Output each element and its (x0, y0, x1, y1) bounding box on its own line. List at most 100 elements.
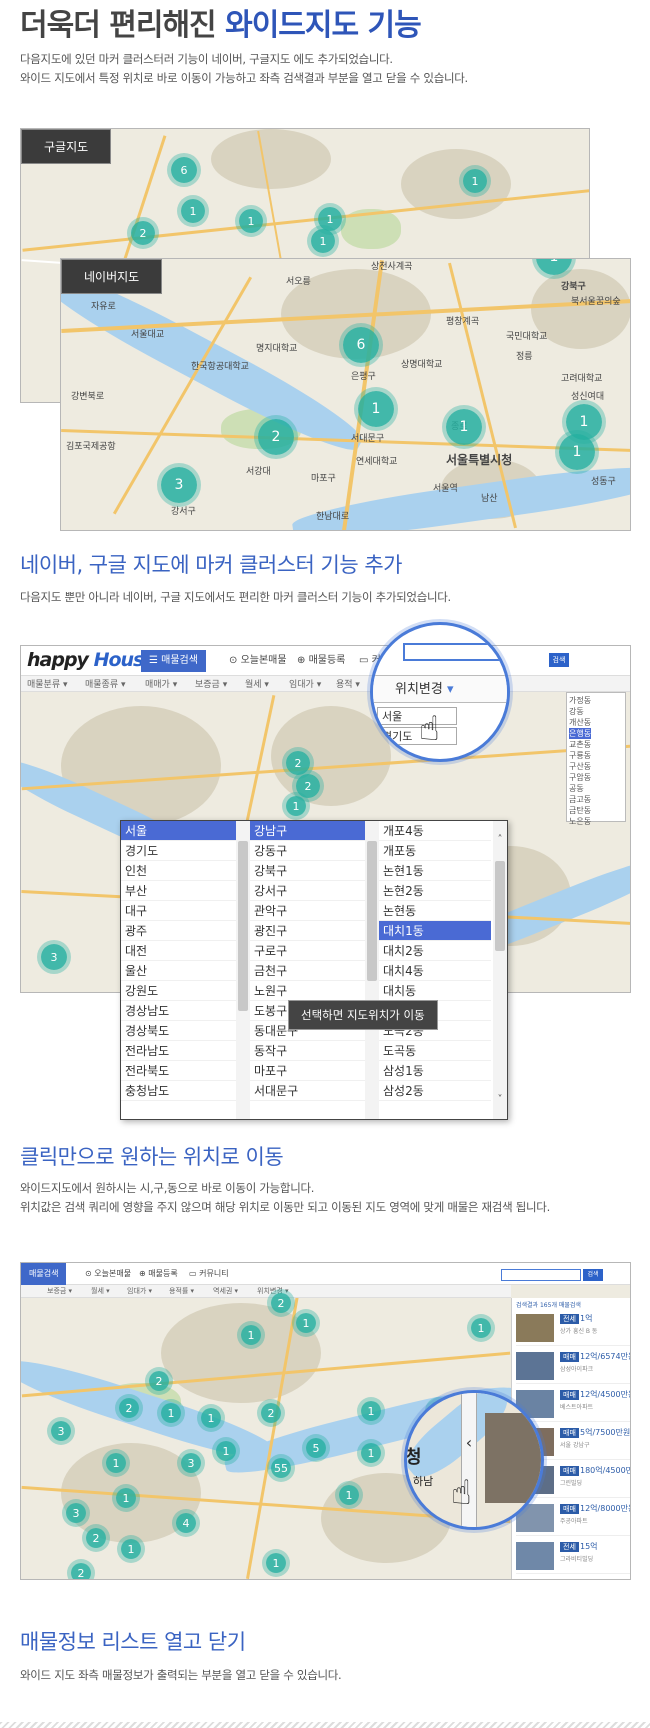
listing-item[interactable]: 전세 1억 상가 흥신 B 동 (516, 1310, 630, 1346)
magnifier-option[interactable]: 서울 (377, 707, 457, 725)
location-change-dropdown[interactable]: 위치변경 ▾ (395, 679, 485, 701)
district-option[interactable]: 관악구 (250, 901, 365, 921)
map-cluster[interactable]: 5 (306, 1438, 326, 1458)
search-button[interactable]: 검색 (583, 1269, 603, 1281)
dong-option[interactable]: 개포4동 (379, 821, 491, 841)
district-option[interactable]: 마포구 (250, 1061, 365, 1081)
side-list-item[interactable]: 교촌동 (569, 739, 591, 750)
nav-community[interactable]: ▭ 커뮤니티 (181, 1263, 237, 1285)
filter-item[interactable]: 매물종류 ▾ (85, 677, 126, 690)
district-option[interactable]: 노원구 (250, 981, 365, 1001)
map-cluster[interactable]: 2 (119, 1398, 139, 1418)
city-option[interactable]: 경상남도 (121, 1001, 236, 1021)
map-cluster[interactable]: 1 (471, 1318, 491, 1338)
map-cluster[interactable]: 1 (121, 1539, 141, 1559)
magnifier-option[interactable]: 경기도 (377, 727, 457, 745)
map-cluster[interactable]: 1 (116, 1488, 136, 1508)
map-cluster[interactable]: 6 (343, 327, 379, 363)
city-option[interactable]: 광주 (121, 921, 236, 941)
nav-register[interactable]: ⊕ 매물등록 (131, 1263, 186, 1285)
city-option[interactable]: 대전 (121, 941, 236, 961)
map-cluster[interactable]: 2 (131, 221, 155, 245)
map-cluster[interactable]: 3 (66, 1503, 86, 1523)
filter-item[interactable]: 임대가 ▾ (289, 677, 321, 690)
side-list-item[interactable]: 공동 (569, 783, 591, 794)
map-cluster[interactable]: 2 (149, 1371, 169, 1391)
district-option[interactable]: 강동구 (250, 841, 365, 861)
city-option[interactable]: 경기도 (121, 841, 236, 861)
filter-item[interactable]: 보증금 ▾ (47, 1286, 72, 1296)
dong-option[interactable]: 삼성1동 (379, 1061, 491, 1081)
map-cluster[interactable]: 1 (361, 1401, 381, 1421)
map-cluster[interactable]: 2 (271, 1293, 291, 1313)
dong-option[interactable]: 논현2동 (379, 881, 491, 901)
search-input[interactable] (501, 1269, 581, 1281)
map-cluster[interactable]: 1 (311, 229, 335, 253)
map-cluster[interactable]: 1 (361, 1443, 381, 1463)
side-list-item[interactable]: 은행동 (569, 728, 592, 739)
map-cluster[interactable]: 1 (161, 1403, 181, 1423)
map-cluster[interactable]: 2 (71, 1563, 91, 1579)
dong-option[interactable]: 대치4동 (379, 961, 491, 981)
map-cluster[interactable]: 2 (261, 1403, 281, 1423)
filter-item[interactable]: 역세권 ▾ (213, 1286, 238, 1296)
map-cluster[interactable]: 1 (216, 1441, 236, 1461)
dong-option[interactable]: 개포동 (379, 841, 491, 861)
dong-option[interactable]: 대치1동 (379, 921, 491, 941)
district-option[interactable]: 동작구 (250, 1041, 365, 1061)
side-list-item[interactable]: 강동 (569, 706, 591, 717)
listing-item[interactable]: 매매 12억/6574만원 삼성아이파크 (516, 1348, 630, 1384)
city-scrollbar[interactable] (236, 821, 250, 1119)
map-cluster[interactable]: 1 (106, 1453, 126, 1473)
city-option[interactable]: 전라남도 (121, 1041, 236, 1061)
district-option[interactable]: 강남구 (250, 821, 365, 841)
scroll-down-icon[interactable]: ˅ (495, 1095, 505, 1105)
filter-item[interactable]: 매매가 ▾ (145, 677, 177, 690)
filter-item[interactable]: 월세 ▾ (245, 677, 269, 690)
dong-option[interactable]: 도곡동 (379, 1041, 491, 1061)
map-cluster[interactable]: 2 (296, 774, 320, 798)
district-option[interactable]: 서대문구 (250, 1081, 365, 1101)
city-option[interactable]: 충청남도 (121, 1081, 236, 1101)
naver-map[interactable]: 상천사계곡 서오릉 평창계곡 강북구 북서울꿈의숲 자유로 서울대교 국민대학교… (60, 258, 631, 531)
map-cluster[interactable]: 6 (171, 157, 197, 183)
map-cluster[interactable]: 1 (318, 207, 342, 231)
side-list-item[interactable]: 금탄동 (569, 805, 591, 816)
listing-item[interactable]: 매매 12억/8000만원 주공아파트 (516, 1500, 630, 1536)
city-option[interactable]: 경상북도 (121, 1021, 236, 1041)
dong-scrollbar[interactable]: ˄ ˅ (493, 821, 507, 1119)
search-button[interactable]: 검색 (549, 653, 569, 667)
nav-register[interactable]: ⊕ 매물등록 (289, 650, 353, 672)
district-option[interactable]: 금천구 (250, 961, 365, 981)
city-option[interactable]: 대구 (121, 901, 236, 921)
map-cluster[interactable]: 3 (51, 1421, 71, 1441)
filter-item[interactable]: 보증금 ▾ (195, 677, 227, 690)
map-cluster[interactable]: 3 (161, 467, 197, 503)
side-list-item[interactable]: 구산동 (569, 761, 591, 772)
map-cluster[interactable]: 1 (239, 209, 263, 233)
district-option[interactable]: 광진구 (250, 921, 365, 941)
filter-item[interactable]: 월세 ▾ (91, 1286, 110, 1296)
city-option[interactable]: 인천 (121, 861, 236, 881)
filter-item[interactable]: 용적 ▾ (336, 677, 360, 690)
map-cluster[interactable]: 2 (286, 751, 310, 775)
side-list-item[interactable]: 노은동 (569, 816, 591, 827)
map-cluster[interactable]: 1 (241, 1325, 261, 1345)
dong-option[interactable]: 논현동 (379, 901, 491, 921)
scroll-up-icon[interactable]: ˄ (495, 835, 505, 845)
dong-option[interactable]: 대치동 (379, 981, 491, 1001)
district-option[interactable]: 강북구 (250, 861, 365, 881)
nav-property-search[interactable]: ☰ 매물검색 (141, 650, 206, 672)
map-cluster[interactable]: 3 (41, 944, 67, 970)
map-cluster[interactable]: 1 (296, 1313, 316, 1333)
district-option[interactable]: 구로구 (250, 941, 365, 961)
map-cluster[interactable]: 4 (176, 1513, 196, 1533)
map-cluster[interactable]: 1 (358, 391, 394, 427)
listing-item[interactable]: 전세 15억 그라비티빌딩 (516, 1538, 630, 1574)
side-list-item[interactable]: 구룡동 (569, 750, 591, 761)
district-column[interactable]: 강남구 강동구 강북구 강서구 관악구 광진구 구로구 금천구 노원구 도봉구 … (250, 821, 365, 1119)
district-option[interactable]: 강서구 (250, 881, 365, 901)
filter-item[interactable]: 매물분류 ▾ (27, 677, 68, 690)
city-option[interactable]: 전라북도 (121, 1061, 236, 1081)
location-selector[interactable]: 서울 경기도 인천 부산 대구 광주 대전 울산 강원도 경상남도 경상북도 전… (120, 820, 508, 1120)
